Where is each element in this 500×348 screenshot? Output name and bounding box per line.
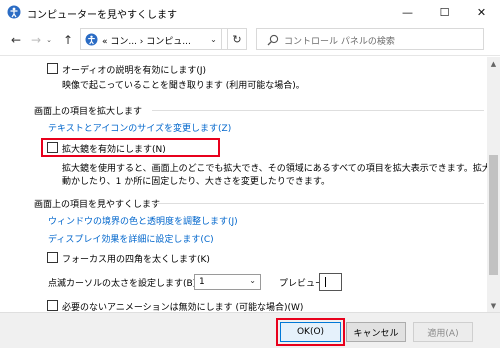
back-button[interactable]: ← [8,33,24,47]
section-divider [152,110,484,111]
cursor-thickness-select[interactable]: 1 ⌄ [194,274,261,290]
search-input[interactable]: コントロール パネルの検索 [256,28,484,50]
ease-of-access-icon [7,5,21,19]
back-arrow-icon: ← [10,33,22,47]
section-divider [152,203,484,204]
window-title: コンピューターを見やすくします [27,10,177,21]
chevron-down-icon: ⌄ [46,36,52,44]
focus-rectangle-label[interactable]: フォーカス用の四角を太くします(K) [62,252,210,265]
scroll-down-icon[interactable]: ▼ [487,299,500,312]
ok-button[interactable]: OK(O) [280,322,341,342]
minimize-button[interactable]: — [389,0,426,24]
cancel-button[interactable]: キャンセル [346,322,406,342]
audio-description-text: 映像で起こっていることを聞き取ります (利用可能な場合)。 [62,81,305,91]
window-border-color-link[interactable]: ウィンドウの境界の色と透明度を調整します(J) [48,214,238,227]
magnifier-description-line2: 動かしたり、1 か所に固定したり、大きさを変更したりできます。 [62,177,330,187]
cursor-preview [319,273,342,291]
recent-locations-button[interactable]: ⌄ [44,33,54,47]
apply-button[interactable]: 適用(A) [413,322,473,342]
maximize-button[interactable]: ☐ [426,0,463,24]
forward-arrow-icon: → [30,33,42,47]
magnify-section-heading: 画面上の項目を拡大します [34,107,143,117]
audio-description-label[interactable]: オーディオの説明を有効にします(J) [62,63,206,76]
settings-panel: オーディオの説明を有効にします(J) 映像で起こっていることを聞き取ります (利… [0,57,487,312]
magnifier-description-line1: 拡大鏡を使用すると、画面上のどこでも拡大でき、その領域にあるすべての項目を拡大表… [62,164,487,174]
search-placeholder: コントロール パネルの検索 [284,37,395,47]
refresh-icon: ↻ [232,32,242,46]
magnifier-label[interactable]: 拡大鏡を有効にします(N) [62,142,166,155]
animations-label[interactable]: 必要のないアニメーションは無効にします (可能な場合)(W) [62,300,303,312]
animations-checkbox[interactable] [47,300,58,311]
maximize-icon: ☐ [439,5,450,19]
close-button[interactable]: ✕ [463,0,500,24]
minimize-icon: — [402,5,413,19]
cursor-thickness-label: 点滅カーソルの太さを設定します(B): [48,279,200,289]
up-button[interactable]: ↑ [60,33,76,47]
cursor-thickness-value: 1 [199,277,205,287]
forward-button[interactable]: → [28,33,44,47]
navigation-bar: ← → ⌄ ↑ « コン... › コンピュ... ⌄ ↻ コントロール パネル… [0,24,500,56]
close-icon: ✕ [476,5,487,19]
vertical-scrollbar[interactable]: ▲ ▼ [487,57,500,312]
dialog-button-bar: OK(O) キャンセル 適用(A) [0,312,500,348]
up-arrow-icon: ↑ [62,33,74,47]
cursor-preview-caret [325,277,326,287]
text-icon-size-link[interactable]: テキストとアイコンのサイズを変更します(Z) [48,121,231,134]
focus-rectangle-checkbox[interactable] [47,252,58,263]
refresh-button[interactable]: ↻ [227,28,247,50]
display-effects-link[interactable]: ディスプレイ効果を詳細に設定します(C) [48,232,214,245]
audio-description-checkbox[interactable] [47,63,58,74]
scroll-up-icon[interactable]: ▲ [487,57,500,70]
address-dropdown-button[interactable]: ⌄ [206,28,222,50]
scroll-thumb[interactable] [489,155,498,275]
chevron-down-icon: ⌄ [249,276,256,285]
control-panel-icon [85,33,98,46]
search-icon [267,34,279,46]
title-bar: コンピューターを見やすくします — ☐ ✕ [0,0,500,24]
breadcrumb[interactable]: « コン... › コンピュ... [102,34,191,47]
visibility-section-heading: 画面上の項目を見やすくします [34,200,161,210]
magnifier-checkbox[interactable] [47,142,58,153]
chevron-down-icon: ⌄ [210,34,217,44]
